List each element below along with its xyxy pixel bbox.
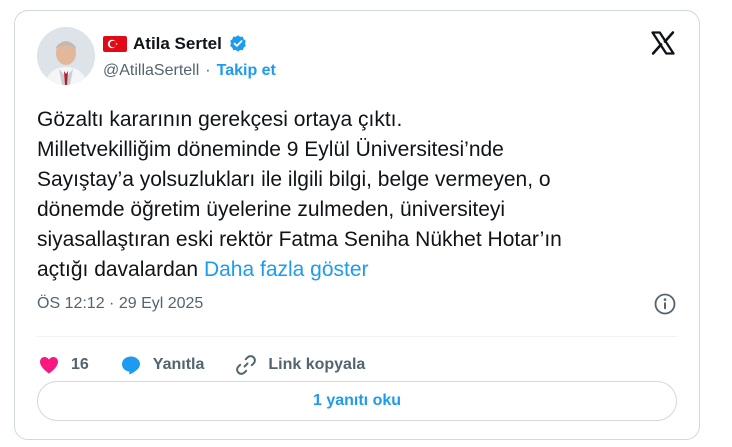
author-name-row: Atila Sertel <box>103 33 248 55</box>
copy-link-label: Link kopyala <box>268 356 366 373</box>
tweet-line: dönemde öğretim üyelerine zulmeden, üniv… <box>37 198 506 221</box>
author-display-name[interactable]: Atila Sertel <box>133 34 222 54</box>
avatar[interactable] <box>37 27 95 85</box>
like-count: 16 <box>71 356 89 373</box>
tweet-line-last: açtığı davalardan Daha fazla göster <box>37 255 677 285</box>
reply-icon <box>119 353 143 377</box>
author-handle[interactable]: @AtillaSertell <box>103 62 199 80</box>
tweet-line: Gözaltı kararının gerekçesi ortaya çıktı… <box>37 108 403 131</box>
verified-badge-icon <box>228 34 248 54</box>
x-logo-icon[interactable] <box>649 29 677 57</box>
tweet-line: Milletvekilliğim döneminde 9 Eylül Ünive… <box>37 138 504 161</box>
info-icon[interactable] <box>653 292 677 316</box>
tweet-last-line-text: açtığı davalardan <box>37 258 199 281</box>
tweet-timestamp[interactable]: ÖS 12:12 · 29 Eyl 2025 <box>37 294 203 314</box>
copy-link-button[interactable]: Link kopyala <box>234 353 365 377</box>
follow-button[interactable]: Takip et <box>217 62 276 80</box>
tweet-text: Gözaltı kararının gerekçesi ortaya çıktı… <box>37 105 677 285</box>
tweet-line: Sayıştay’a yolsuzlukları ile ilgili bilg… <box>37 168 551 191</box>
read-replies-button[interactable]: 1 yanıtı oku <box>37 381 677 421</box>
link-icon <box>234 353 258 377</box>
heart-icon <box>37 353 61 377</box>
action-bar: 16 Yanıtla Link kopyala <box>37 345 395 385</box>
author-handle-row: @AtillaSertell · Takip et <box>103 61 276 81</box>
reply-button[interactable]: Yanıtla <box>119 353 205 377</box>
tweet-card: Atila Sertel @AtillaSertell · Takip et G… <box>14 10 700 440</box>
separator-dot: · <box>205 62 211 79</box>
show-more-link[interactable]: Daha fazla göster <box>204 258 369 281</box>
turkey-flag-icon <box>103 36 127 52</box>
divider <box>37 336 677 337</box>
reply-label: Yanıtla <box>152 356 205 373</box>
tweet-line: siyasallaştıran eski rektör Fatma Seniha… <box>37 228 562 251</box>
like-button[interactable]: 16 <box>37 353 89 377</box>
